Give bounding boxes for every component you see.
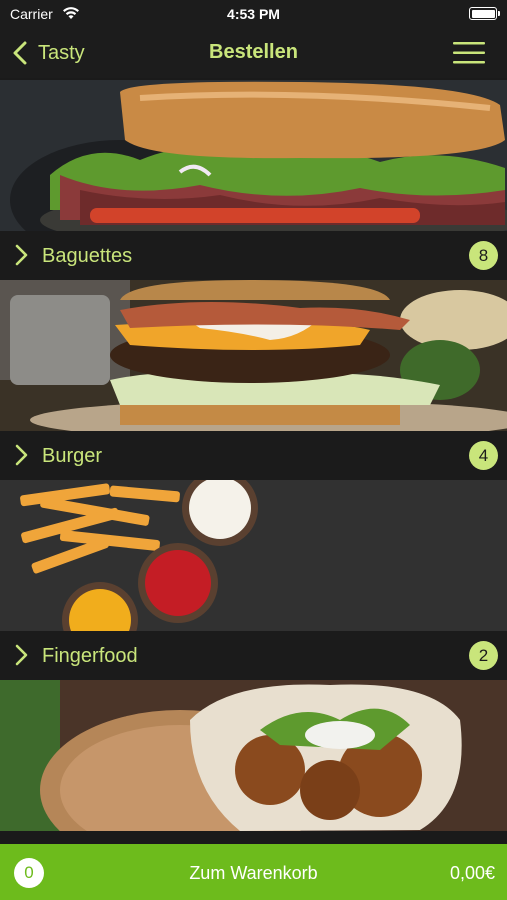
category-fingerfood[interactable]: Fingerfood 2 xyxy=(0,480,507,680)
item-count-badge: 2 xyxy=(469,641,498,670)
chevron-right-icon xyxy=(15,244,28,266)
category-label-bar: Burger 4 xyxy=(0,431,507,480)
item-count-badge: 4 xyxy=(469,441,498,470)
cart-total: 0,00€ xyxy=(449,863,495,883)
category-baguettes[interactable]: Baguettes 8 xyxy=(0,80,507,280)
menu-button[interactable] xyxy=(453,40,485,66)
status-bar: Carrier 4:53 PM xyxy=(0,0,507,28)
cart-bar[interactable]: 0 Zum Warenkorb 0,00€ xyxy=(0,844,507,900)
item-count-badge: 8 xyxy=(469,241,498,270)
baguette-sandwich-photo xyxy=(0,80,507,231)
clock: 4:53 PM xyxy=(227,6,280,22)
category-name: Baguettes xyxy=(42,245,133,267)
chevron-right-icon xyxy=(15,444,28,466)
falafel-pita-photo xyxy=(0,680,507,831)
battery-icon xyxy=(469,7,500,20)
category-falafel[interactable] xyxy=(0,680,507,844)
category-burger[interactable]: Burger 4 xyxy=(0,280,507,480)
category-name: Fingerfood xyxy=(42,645,138,667)
hamburger-menu-icon xyxy=(453,42,485,64)
category-label-bar: Fingerfood 2 xyxy=(0,631,507,680)
fries-and-dips-photo xyxy=(0,480,507,631)
category-label-bar: Baguettes 8 xyxy=(0,231,507,280)
chevron-right-icon xyxy=(15,644,28,666)
category-list[interactable]: Baguettes 8 Burger 4 Fingerfood 2 xyxy=(0,80,507,844)
category-name: Burger xyxy=(42,445,103,467)
go-to-cart-button[interactable]: Zum Warenkorb xyxy=(0,863,507,884)
navigation-bar: Tasty Bestellen xyxy=(0,28,507,78)
burger-photo xyxy=(0,280,507,431)
page-title: Bestellen xyxy=(209,41,298,63)
